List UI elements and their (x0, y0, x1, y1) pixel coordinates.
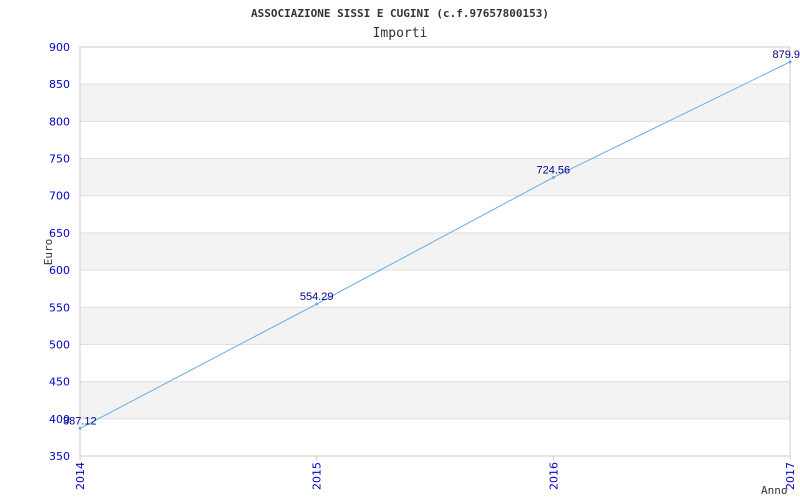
y-tick-label: 850 (49, 78, 70, 91)
y-tick-label: 550 (49, 301, 70, 314)
line-chart: ASSOCIAZIONE SISSI E CUGINI (c.f.9765780… (42, 7, 800, 497)
grid-band (80, 232, 790, 271)
x-tick-label: 2015 (311, 462, 324, 490)
x-axis-label: Anno (761, 484, 788, 497)
y-tick-label: 700 (49, 190, 70, 203)
data-label: 387.12 (63, 415, 97, 427)
x-tick-label: 2014 (74, 462, 87, 490)
grid-band (80, 307, 790, 345)
data-label: 724.56 (537, 164, 571, 176)
grid-bands (80, 84, 790, 419)
x-tick-label: 2016 (547, 462, 560, 490)
grid-band (80, 84, 790, 122)
y-tick-label: 800 (49, 115, 70, 128)
y-tick-label: 650 (49, 227, 70, 240)
y-tick-label: 500 (49, 338, 70, 351)
data-label: 879.9 (772, 49, 800, 61)
y-tick-label: 350 (49, 450, 70, 463)
chart-subtitle: Importi (373, 26, 428, 41)
data-label: 554.29 (300, 291, 334, 303)
y-tick-label: 450 (49, 376, 70, 389)
grid-band (80, 381, 790, 419)
x-axis-ticks: 2014 2015 2016 2017 (74, 456, 797, 490)
chart-title: ASSOCIAZIONE SISSI E CUGINI (c.f.9765780… (251, 7, 549, 20)
grid-band (80, 158, 790, 196)
y-tick-label: 900 (49, 41, 70, 54)
y-tick-label: 750 (49, 153, 70, 166)
y-axis-label: Euro (42, 239, 55, 266)
